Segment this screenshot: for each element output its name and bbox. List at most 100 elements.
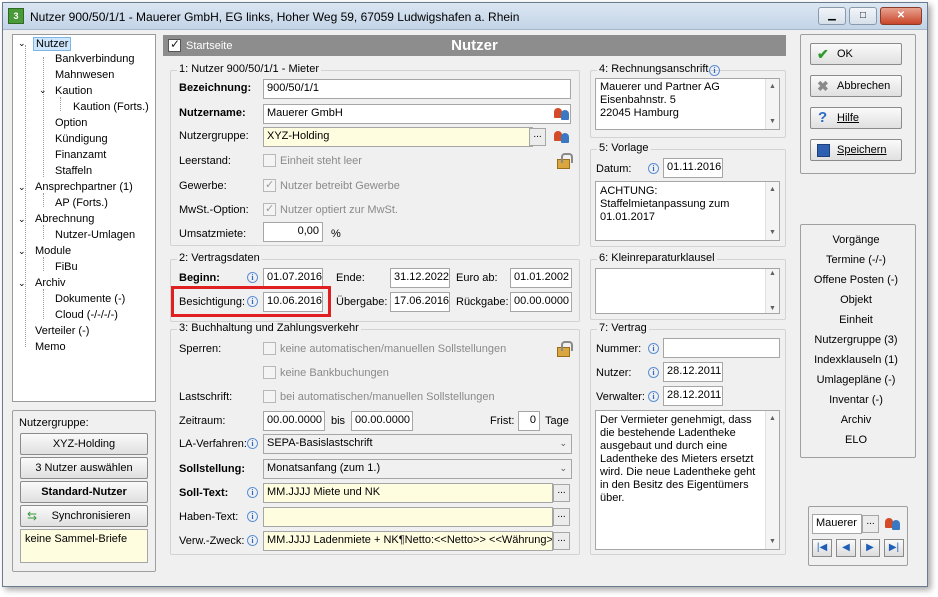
leerstand-checkbox[interactable]: [263, 154, 276, 167]
close-button[interactable]: ✕: [880, 7, 922, 25]
link-objekt[interactable]: Objekt: [806, 294, 906, 306]
persons-icon[interactable]: [884, 516, 902, 532]
scrollbar[interactable]: ▲ ▼: [765, 411, 779, 549]
ok-button[interactable]: ✔ OK: [810, 43, 902, 65]
tree-item-cloud[interactable]: Cloud (-/-/-/-): [55, 309, 118, 321]
tree-item-module[interactable]: Module: [35, 245, 71, 257]
sync-button[interactable]: ⇆ Synchronisieren: [20, 505, 148, 527]
scrollbar[interactable]: ▲ ▼: [765, 269, 779, 313]
standard-user-button[interactable]: Standard-Nutzer: [20, 481, 148, 503]
collapse-icon[interactable]: ⌄: [18, 38, 26, 49]
tree-item-mahnwesen[interactable]: Mahnwesen: [55, 69, 114, 81]
vertrag-nutzer-field[interactable]: 28.12.2011: [663, 362, 723, 382]
tree-item-ap-forts[interactable]: AP (Forts.): [55, 197, 108, 209]
nutzername-field[interactable]: Mauerer GmbH: [263, 104, 571, 124]
verwendungszweck-field[interactable]: MM.JJJJ Ladenmiete + NK¶Netto:<<Netto>> …: [263, 531, 553, 551]
habentext-dots-button[interactable]: ...: [553, 508, 570, 526]
solltext-field[interactable]: MM.JJJJ Miete und NK: [263, 483, 553, 503]
tree-item-kuendigung[interactable]: Kündigung: [55, 133, 108, 145]
tree-item-nutzer-umlagen[interactable]: Nutzer-Umlagen: [55, 229, 135, 241]
info-icon[interactable]: i: [648, 367, 659, 378]
save-button[interactable]: Speichern: [810, 139, 902, 161]
tree-item-ansprechpartner[interactable]: Ansprechpartner (1): [35, 181, 133, 193]
next-record-icon[interactable]: ▶: [860, 539, 880, 557]
search-dots-button[interactable]: ...: [862, 515, 879, 533]
memo-box[interactable]: keine Sammel-Briefe: [20, 529, 148, 563]
tree-item-fibu[interactable]: FiBu: [55, 261, 78, 273]
collapse-icon[interactable]: ⌄: [18, 246, 26, 257]
maximize-button[interactable]: □: [849, 7, 877, 25]
nutzergruppe-field[interactable]: XYZ-Holding: [263, 127, 533, 147]
ende-field[interactable]: 31.12.2022: [390, 268, 450, 288]
info-icon[interactable]: i: [709, 65, 720, 76]
sperre-sollstellungen-checkbox[interactable]: [263, 342, 276, 355]
tree-item-abrechnung[interactable]: Abrechnung: [35, 213, 94, 225]
gewerbe-checkbox[interactable]: [263, 178, 276, 192]
sperre-bank-checkbox[interactable]: [263, 366, 276, 379]
link-indexklauseln[interactable]: Indexklauseln (1): [806, 354, 906, 366]
tree-item-archiv[interactable]: Archiv: [35, 277, 66, 289]
zeitraum-bis-field[interactable]: 00.00.0000: [351, 411, 413, 431]
link-inventar[interactable]: Inventar (-): [806, 394, 906, 406]
info-icon[interactable]: i: [247, 296, 258, 307]
scrollbar[interactable]: ▲ ▼: [765, 79, 779, 129]
group-button[interactable]: XYZ-Holding: [20, 433, 148, 455]
tree-item-nutzer[interactable]: Nutzer: [33, 37, 72, 51]
la-verfahren-select[interactable]: SEPA-Basislastschrift ⌄: [263, 434, 572, 454]
sollstellung-select[interactable]: Monatsanfang (zum 1.) ⌄: [263, 459, 572, 479]
info-icon[interactable]: i: [648, 343, 659, 354]
tree-item-finanzamt[interactable]: Finanzamt: [55, 149, 106, 161]
tree-item-option[interactable]: Option: [55, 117, 87, 129]
verwalter-field[interactable]: 28.12.2011: [663, 386, 723, 406]
info-icon[interactable]: i: [247, 511, 258, 522]
frist-field[interactable]: 0: [518, 411, 540, 431]
tree-item-bankverbindung[interactable]: Bankverbindung: [55, 53, 135, 65]
lock-icon[interactable]: [555, 341, 573, 357]
verwendungszweck-dots-button[interactable]: ...: [553, 532, 570, 550]
tree-item-kaution-forts[interactable]: Kaution (Forts.): [73, 101, 149, 113]
cancel-button[interactable]: ✖ Abbrechen: [810, 75, 902, 97]
collapse-icon[interactable]: ⌄: [18, 278, 26, 289]
umsatzmiete-field[interactable]: 0,00: [263, 222, 323, 242]
zeitraum-von-field[interactable]: 00.00.0000: [263, 411, 325, 431]
link-vorgaenge[interactable]: Vorgänge: [806, 234, 906, 246]
tree-item-verteiler[interactable]: Verteiler (-): [35, 325, 89, 337]
link-termine[interactable]: Termine (-/-): [806, 254, 906, 266]
info-icon[interactable]: i: [648, 391, 659, 402]
vorlage-text-box[interactable]: ACHTUNG: Staffelmietanpassung zum 01.01.…: [595, 181, 780, 241]
persons-icon[interactable]: [553, 106, 571, 122]
link-archiv[interactable]: Archiv: [806, 414, 906, 426]
link-offene-posten[interactable]: Offene Posten (-): [806, 274, 906, 286]
kleinreparatur-box[interactable]: ▲ ▼: [595, 268, 780, 314]
info-icon[interactable]: i: [648, 163, 659, 174]
vertrag-text-box[interactable]: Der Vermieter genehmigt, dass die besteh…: [595, 410, 780, 550]
datum-field[interactable]: 01.11.2016: [663, 158, 723, 178]
tree-item-dokumente[interactable]: Dokumente (-): [55, 293, 125, 305]
link-elo[interactable]: ELO: [806, 434, 906, 446]
tree-item-memo[interactable]: Memo: [35, 341, 66, 353]
info-icon[interactable]: i: [247, 272, 258, 283]
lastschrift-checkbox[interactable]: [263, 390, 276, 403]
previous-record-icon[interactable]: ◀: [836, 539, 856, 557]
habentext-field[interactable]: [263, 507, 553, 527]
rechnungsanschrift-box[interactable]: Mauerer und Partner AG Eisenbahnstr. 5 2…: [595, 78, 780, 130]
info-icon[interactable]: i: [247, 487, 258, 498]
help-button[interactable]: ? Hilfe: [810, 107, 902, 129]
collapse-icon[interactable]: ⌄: [39, 85, 47, 96]
link-nutzergruppe[interactable]: Nutzergruppe (3): [806, 334, 906, 346]
collapse-icon[interactable]: ⌄: [18, 182, 26, 193]
select-users-button[interactable]: 3 Nutzer auswählen: [20, 457, 148, 479]
search-input[interactable]: Mauerer: [812, 514, 862, 534]
link-einheit[interactable]: Einheit: [806, 314, 906, 326]
last-record-icon[interactable]: ▶|: [884, 539, 904, 557]
bezeichnung-field[interactable]: 900/50/1/1: [263, 79, 571, 99]
nutzergruppe-dots-button[interactable]: ...: [529, 128, 546, 146]
minimize-button[interactable]: ▁: [818, 7, 846, 25]
tree-item-staffeln[interactable]: Staffeln: [55, 165, 92, 177]
collapse-icon[interactable]: ⌄: [18, 214, 26, 225]
link-umlageplaene[interactable]: Umlagepläne (-): [806, 374, 906, 386]
info-icon[interactable]: i: [247, 438, 258, 449]
persons-icon[interactable]: [553, 129, 571, 145]
rueckgabe-field[interactable]: 00.00.0000: [510, 292, 572, 312]
info-icon[interactable]: i: [247, 535, 258, 546]
